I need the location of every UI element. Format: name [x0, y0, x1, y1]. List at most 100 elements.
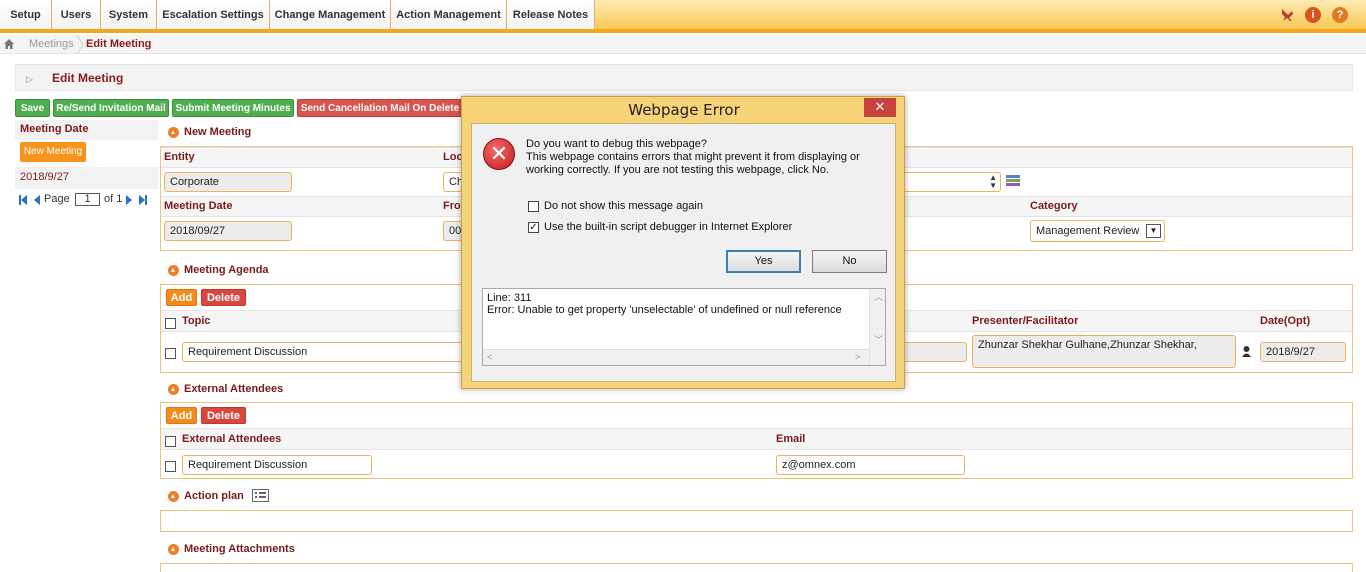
first-page-arrow-icon[interactable]	[21, 195, 27, 205]
tab-escalation-settings[interactable]: Escalation Settings	[157, 0, 270, 30]
collapse-icon[interactable]: ▷	[26, 74, 33, 85]
agenda-topic-field[interactable]: Requirement Discussion	[182, 342, 472, 362]
external-select-all-checkbox[interactable]	[165, 436, 176, 447]
scroll-up-icon[interactable]: ︿	[874, 290, 883, 303]
page-title: Edit Meeting	[52, 71, 124, 85]
location-label: Loc	[443, 151, 463, 163]
external-attendees-title: External Attendees	[184, 383, 284, 395]
agenda-row-checkbox[interactable]	[165, 348, 176, 359]
external-email-field[interactable]: z@omnex.com	[776, 455, 965, 475]
location-field[interactable]: Ch	[443, 172, 463, 192]
tab-action-management[interactable]: Action Management	[391, 0, 507, 30]
last-page-bar-icon[interactable]	[145, 195, 147, 205]
no-button[interactable]: No	[812, 250, 887, 273]
location-spinner[interactable]: ▲ ▼	[901, 172, 1001, 192]
scroll-left-icon[interactable]: <	[487, 352, 492, 362]
save-button[interactable]: Save	[15, 99, 50, 117]
external-delete-button[interactable]: Delete	[201, 407, 246, 424]
presenter-column-header: Presenter/Facilitator	[972, 315, 1079, 327]
attachments-section: Meeting Attachments	[160, 537, 1353, 572]
submit-minutes-button[interactable]: Submit Meeting Minutes	[172, 99, 294, 117]
dialog-title: Webpage Error	[628, 101, 740, 119]
page-number-input[interactable]: 1	[75, 193, 100, 206]
external-attendees-section: External Attendees Add Delete External A…	[160, 377, 1353, 480]
action-plan-section: Action plan	[160, 484, 1353, 533]
external-add-button[interactable]: Add	[166, 407, 197, 424]
tab-setup[interactable]: Setup	[0, 0, 52, 30]
action-plan-title: Action plan	[184, 490, 244, 502]
action-plan-body	[160, 510, 1353, 532]
agenda-delete-button[interactable]: Delete	[201, 289, 246, 306]
agenda-select-all-checkbox[interactable]	[165, 318, 176, 329]
tab-system[interactable]: System	[101, 0, 157, 30]
dialog-message-line1: This webpage contains errors that might …	[526, 151, 860, 163]
breadcrumb-edit-meeting: Edit Meeting	[86, 38, 152, 50]
new-meeting-title: New Meeting	[184, 126, 252, 138]
agenda-duration-field[interactable]	[901, 342, 967, 362]
list-picker-icon[interactable]	[1006, 175, 1020, 187]
help-icon[interactable]: ?	[1332, 7, 1348, 23]
pin-icon[interactable]	[1279, 7, 1295, 23]
info-icon[interactable]: i	[1305, 7, 1321, 23]
meeting-date-item[interactable]: 2018/9/27	[15, 167, 158, 189]
spin-down-icon[interactable]: ▼	[989, 181, 997, 190]
page-label: Page	[44, 193, 70, 205]
new-meeting-button[interactable]: New Meeting	[20, 142, 86, 162]
collapse-action-plan-icon[interactable]	[168, 491, 179, 502]
home-icon[interactable]	[3, 38, 15, 50]
scroll-right-icon[interactable]: >	[855, 352, 860, 362]
agenda-add-button[interactable]: Add	[166, 289, 197, 306]
prev-page-icon[interactable]	[34, 195, 40, 205]
accent-strip	[0, 29, 1366, 33]
external-name-field[interactable]: Requirement Discussion	[182, 455, 372, 475]
tab-release-notes[interactable]: Release Notes	[507, 0, 595, 30]
dialog-message-line2: working correctly. If you are not testin…	[526, 164, 830, 176]
attachments-body	[160, 563, 1353, 572]
resend-invitation-button[interactable]: Re/Send Invitation Mail	[53, 99, 169, 117]
collapse-external-icon[interactable]	[168, 384, 179, 395]
date-opt-column-header: Date(Opt)	[1260, 315, 1311, 327]
category-select[interactable]: Management Review ▼	[1030, 220, 1165, 242]
external-attendees-table: Add Delete External Attendees Email Requ…	[160, 402, 1353, 479]
from-time-field[interactable]: 00	[443, 221, 463, 241]
yes-button[interactable]: Yes	[726, 250, 801, 273]
scroll-down-icon[interactable]: ﹀	[874, 333, 883, 346]
user-picker-icon[interactable]	[1241, 345, 1252, 358]
external-row-checkbox[interactable]	[165, 461, 176, 472]
email-column-header: Email	[776, 433, 806, 445]
presenter-field[interactable]: Zhunzar Shekhar Gulhane,Zhunzar Shekhar,	[972, 335, 1236, 368]
breadcrumb-meetings[interactable]: Meetings	[29, 38, 74, 50]
meeting-date-field[interactable]: 2018/09/27	[164, 221, 292, 241]
collapse-attachments-icon[interactable]	[168, 544, 179, 555]
error-line: Line: 311	[487, 292, 532, 304]
external-name-column-header: External Attendees	[182, 433, 282, 445]
external-header-row	[161, 428, 1352, 450]
action-list-icon[interactable]	[252, 489, 269, 502]
meeting-agenda-title: Meeting Agenda	[184, 264, 269, 276]
send-cancellation-button[interactable]: Send Cancellation Mail On Delete	[297, 99, 463, 117]
use-debugger-label: Use the built-in script debugger in Inte…	[544, 221, 793, 233]
chevron-down-icon[interactable]: ▼	[1146, 224, 1161, 238]
topic-column-header: Topic	[182, 315, 211, 327]
dialog-close-button[interactable]: ✕	[864, 98, 896, 117]
vertical-scrollbar[interactable]: ︿ ﹀	[869, 289, 885, 365]
error-message: Error: Unable to get property 'unselecta…	[487, 304, 842, 316]
dont-show-again-label: Do not show this message again	[544, 200, 703, 212]
page-title-bar: ▷ Edit Meeting	[15, 64, 1353, 91]
top-navigation-bar: Setup Users System Escalation Settings C…	[0, 0, 1366, 33]
entity-field[interactable]: Corporate	[164, 172, 292, 192]
collapse-new-meeting-icon[interactable]	[168, 127, 179, 138]
next-page-icon[interactable]	[126, 195, 132, 205]
agenda-date-field[interactable]: 2018/9/27	[1260, 342, 1346, 362]
horizontal-scrollbar[interactable]: < >	[483, 349, 869, 365]
pager: Page 1 of 1	[18, 193, 158, 207]
meeting-date-label: Meeting Date	[164, 200, 233, 212]
tab-change-management[interactable]: Change Management	[270, 0, 391, 30]
use-debugger-checkbox[interactable]: ✓	[528, 222, 539, 233]
from-label: Fro	[443, 200, 461, 212]
error-details-box[interactable]: Line: 311 Error: Unable to get property …	[482, 288, 886, 366]
dont-show-again-checkbox[interactable]	[528, 201, 539, 212]
collapse-agenda-icon[interactable]	[168, 265, 179, 276]
tab-users[interactable]: Users	[52, 0, 101, 30]
meeting-date-header: Meeting Date	[15, 120, 158, 140]
